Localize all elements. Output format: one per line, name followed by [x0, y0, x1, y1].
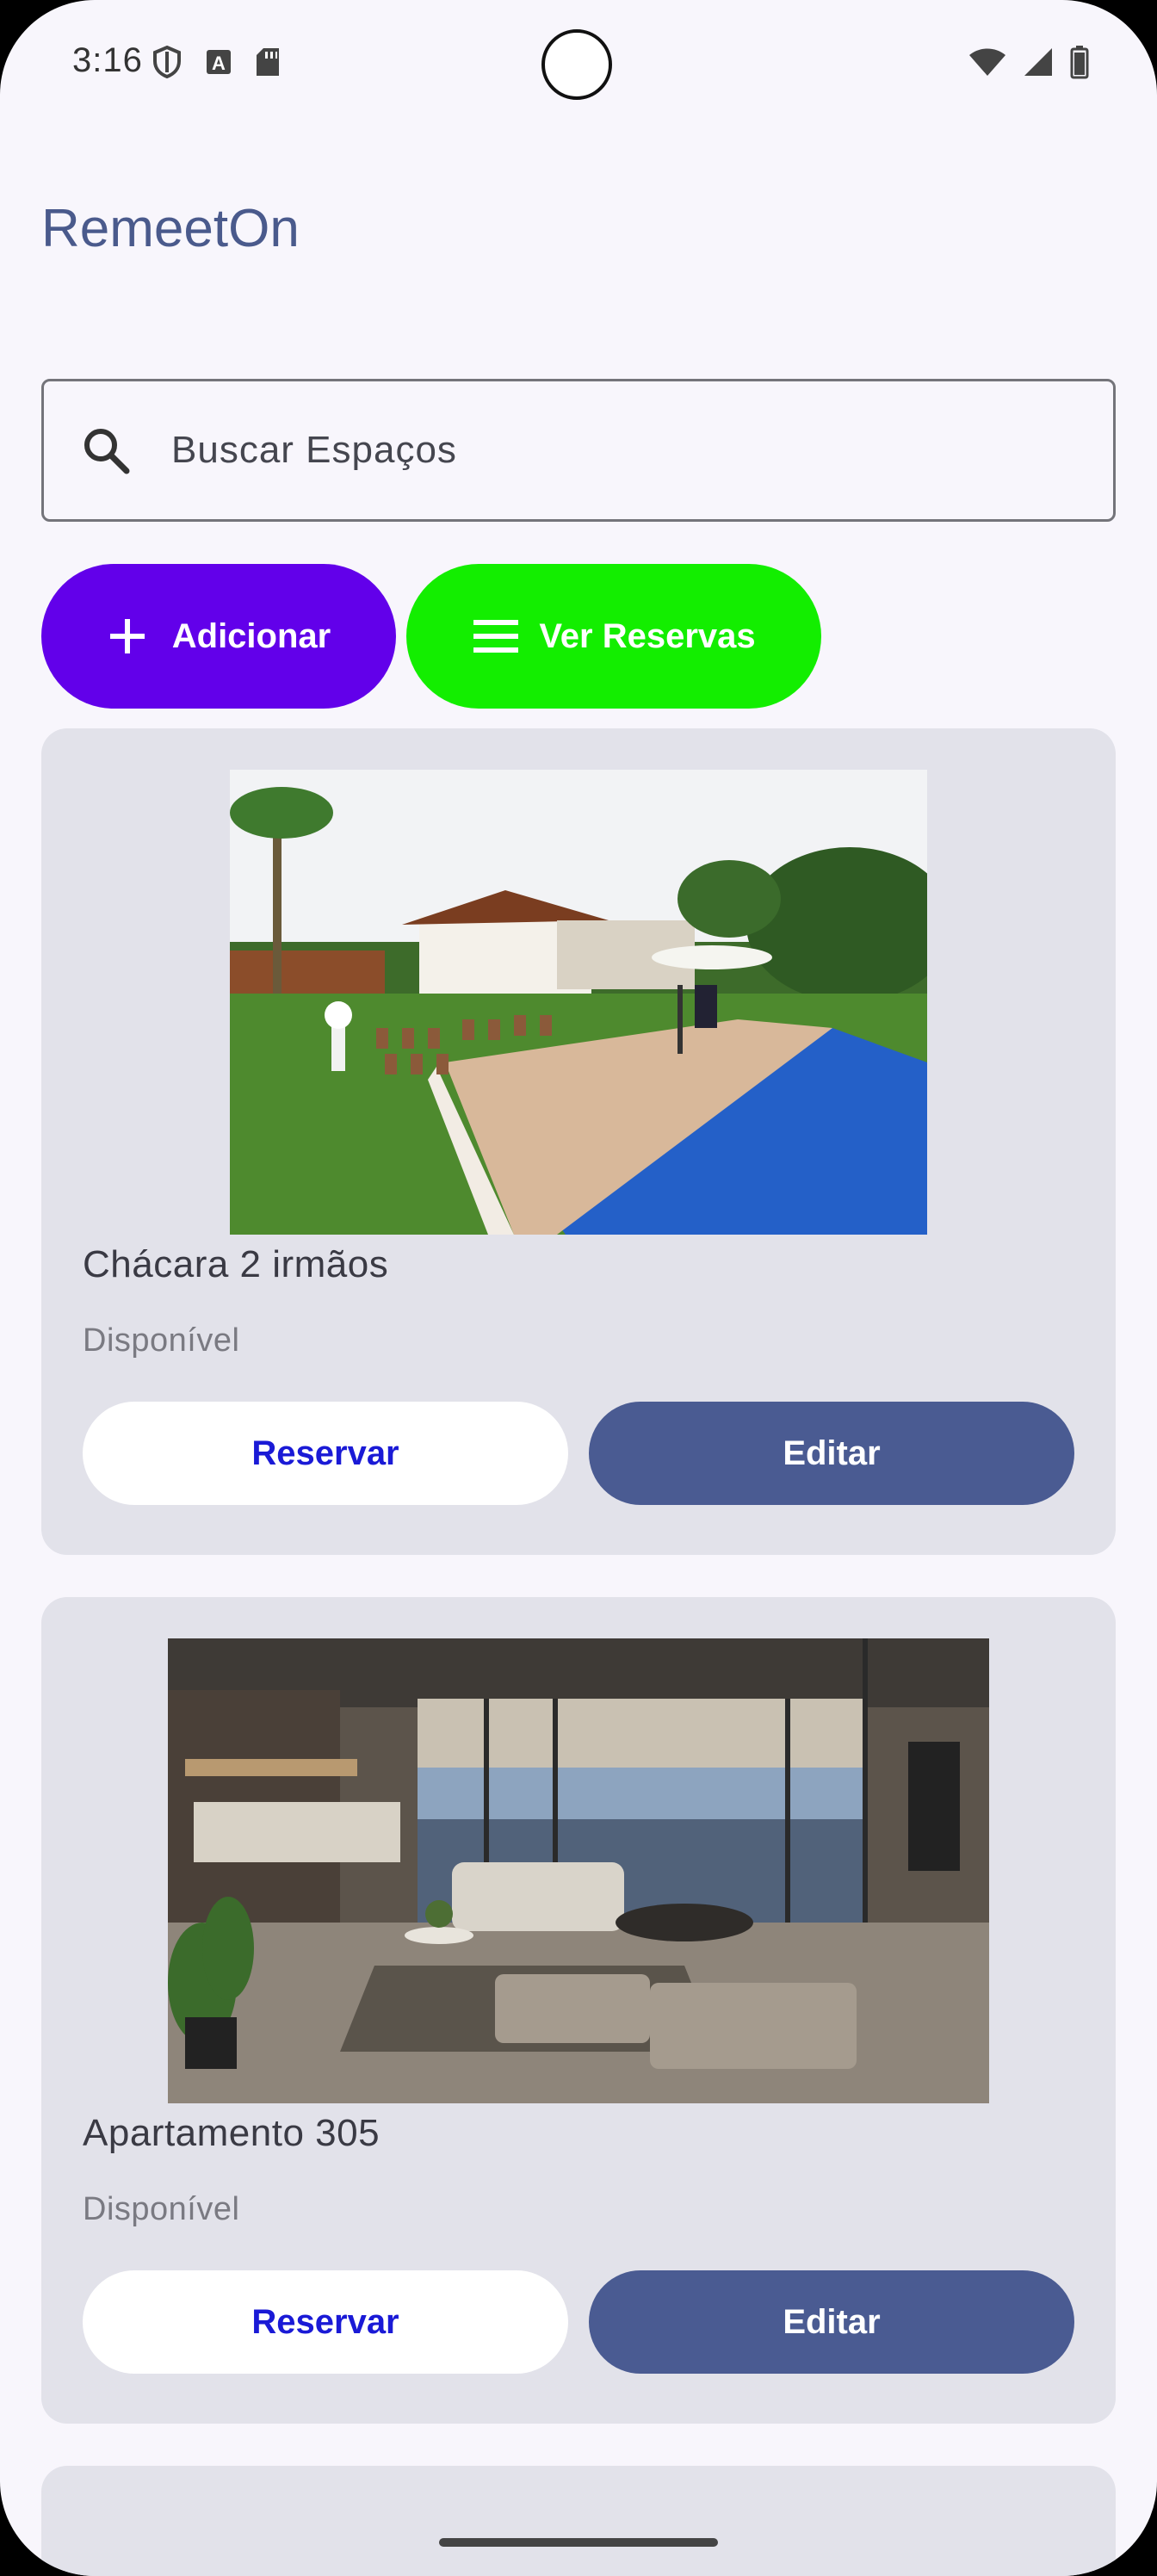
apartment-living-room-photo [168, 1638, 989, 2103]
phone-screen: 3:16 A RemeetOn Buscar Espaços Adicionar… [0, 0, 1157, 2576]
search-icon [84, 429, 130, 474]
space-photo [168, 1638, 989, 2103]
status-icons-left: A [152, 45, 281, 79]
garden-pool-photo [230, 770, 927, 1235]
space-card: Apartamento 305 Disponível Reservar Edit… [41, 1597, 1116, 2424]
status-bar: 3:16 A [0, 0, 1157, 129]
space-photo [230, 770, 927, 1235]
status-icons-right [968, 45, 1090, 79]
search-input[interactable]: Buscar Espaços [41, 379, 1116, 522]
space-name: Chácara 2 irmãos [83, 1243, 389, 1285]
shield-icon [153, 45, 181, 79]
edit-button[interactable]: Editar [589, 2270, 1074, 2374]
cell-signal-icon [1024, 48, 1052, 76]
edit-button[interactable]: Editar [589, 1402, 1074, 1505]
add-space-button[interactable]: Adicionar [41, 564, 396, 709]
plus-icon [109, 619, 145, 653]
wifi-icon [969, 48, 1005, 76]
reserve-button[interactable]: Reservar [83, 2270, 568, 2374]
status-time: 3:16 [72, 41, 143, 79]
space-card: Chácara 2 irmãos Disponível Reservar Edi… [41, 728, 1116, 1555]
reserve-button[interactable]: Reservar [83, 1402, 568, 1505]
menu-icon [473, 620, 519, 653]
space-card-partial [41, 2466, 1116, 2576]
font-a-icon: A [207, 50, 231, 74]
sd-card-icon [257, 48, 279, 76]
battery-icon [1070, 46, 1089, 79]
space-name: Apartamento 305 [83, 2112, 381, 2154]
view-reservations-button[interactable]: Ver Reservas [406, 564, 821, 709]
home-indicator[interactable] [439, 2538, 718, 2547]
app-title: RemeetOn [41, 199, 300, 258]
svg-text:A: A [212, 53, 226, 74]
view-reservations-label: Ver Reservas [539, 616, 756, 655]
front-camera [541, 29, 612, 100]
space-status: Disponível [83, 1322, 240, 1359]
add-space-label: Adicionar [171, 616, 331, 655]
search-placeholder: Buscar Espaços [171, 429, 457, 471]
space-status: Disponível [83, 2191, 240, 2227]
